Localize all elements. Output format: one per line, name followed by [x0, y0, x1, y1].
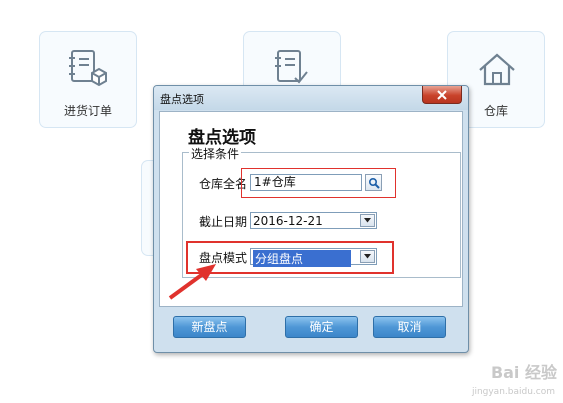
warehouse-search-button[interactable]: [365, 174, 382, 191]
close-button[interactable]: [422, 86, 462, 104]
purchase-order-icon: [69, 50, 107, 87]
baidu-watermark: Bai 经验: [490, 363, 557, 382]
selection-criteria-group: 选择条件 仓库全名 1#仓库 截止日期 2016-12-21 盘点模式 分组盘点: [182, 145, 461, 278]
new-count-button[interactable]: 新盘点: [173, 316, 246, 338]
watermark-url: jingyan.baidu.com: [471, 387, 555, 397]
stock-count-icon: [275, 50, 308, 84]
end-date-value: 2016-12-21: [253, 214, 323, 228]
ok-button[interactable]: 确定: [285, 316, 358, 338]
stock-count-options-dialog: 盘点选项 盘点选项 选择条件 仓库全名 1#仓库 截止日期 2016-12-21…: [153, 85, 469, 353]
cancel-button[interactable]: 取消: [373, 316, 446, 338]
group-label: 选择条件: [189, 145, 242, 162]
chevron-down-icon: [364, 254, 371, 259]
count-mode-value: 分组盘点: [253, 250, 352, 267]
end-date-label: 截止日期: [199, 215, 248, 229]
warehouse-input[interactable]: 1#仓库: [250, 174, 362, 191]
close-icon: [437, 89, 447, 100]
warehouse-icon: [479, 53, 515, 86]
count-mode-dropdown-button[interactable]: [360, 250, 375, 263]
chevron-down-icon: [364, 218, 371, 223]
search-icon: [368, 177, 380, 189]
tile-purchase-order[interactable]: 进货订单: [39, 31, 137, 128]
count-mode-select[interactable]: 分组盘点: [250, 248, 377, 267]
end-date-dropdown-button[interactable]: [360, 214, 375, 227]
end-date-picker[interactable]: 2016-12-21: [250, 212, 377, 229]
dialog-titlebar[interactable]: 盘点选项: [154, 86, 468, 110]
warehouse-label: 仓库全名: [199, 177, 248, 191]
mode-label: 盘点模式: [199, 251, 248, 265]
tile-label: 进货订单: [63, 104, 112, 118]
dialog-client-area: 盘点选项 选择条件 仓库全名 1#仓库 截止日期 2016-12-21 盘点模式…: [159, 111, 463, 307]
dialog-window-title: 盘点选项: [160, 93, 204, 106]
